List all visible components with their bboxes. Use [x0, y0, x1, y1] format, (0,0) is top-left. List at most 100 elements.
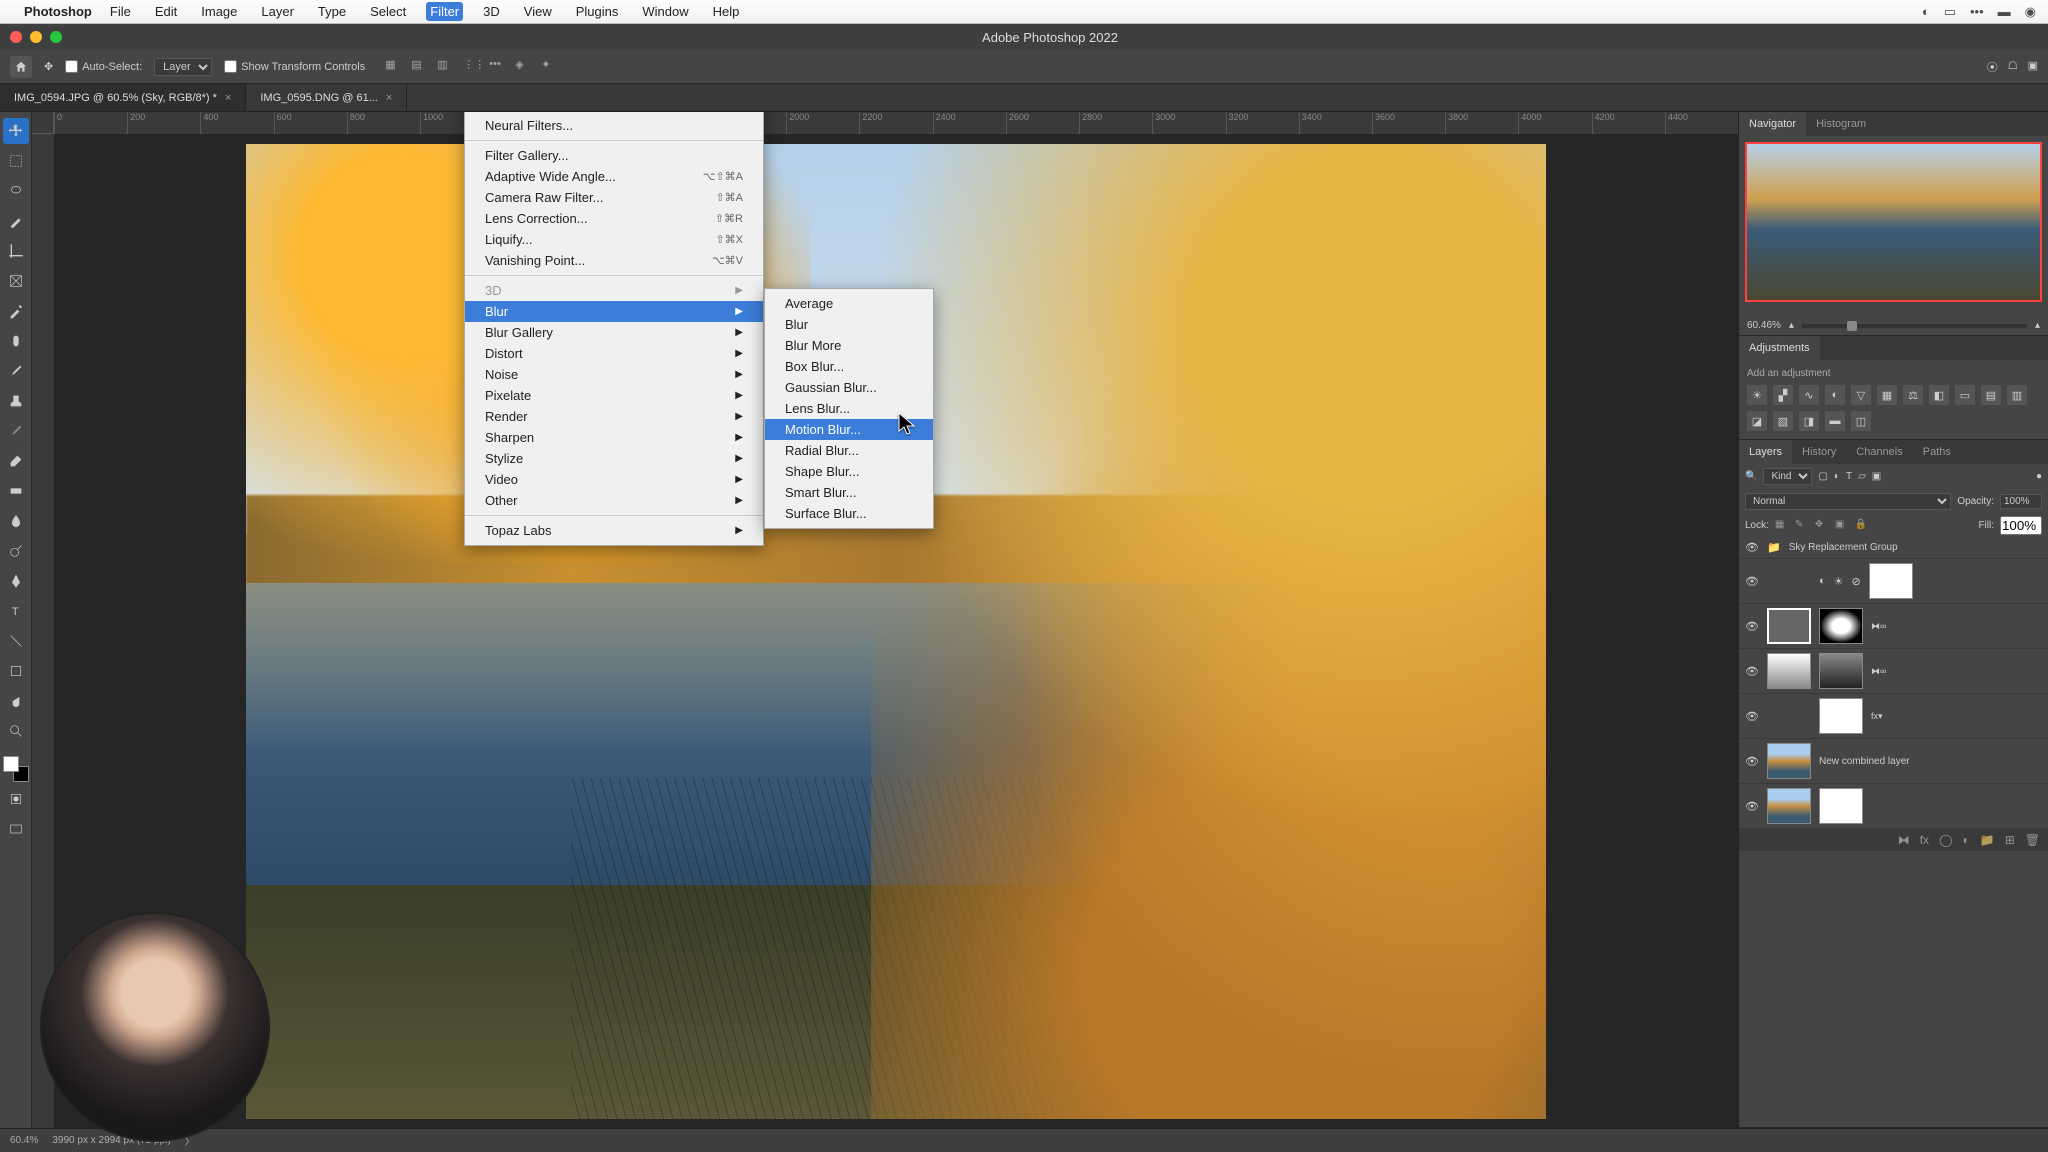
shape-tool[interactable]	[3, 658, 29, 684]
auto-select-checkbox[interactable]: Auto-Select:	[65, 60, 142, 73]
lock-paint-icon[interactable]: ✎	[1795, 519, 1809, 533]
battery-icon[interactable]: ▬	[1998, 4, 2011, 19]
zoom-out-icon[interactable]: ▴	[1789, 320, 1794, 331]
dodge-tool[interactable]	[3, 538, 29, 564]
adj-mixer-icon[interactable]: ▤	[1981, 385, 2001, 405]
tab-histogram[interactable]: Histogram	[1806, 112, 1876, 136]
align-icon-3[interactable]: ▥	[437, 58, 455, 76]
mi-adaptive[interactable]: Adaptive Wide Angle...⌥⇧⌘A	[465, 166, 763, 187]
marquee-tool[interactable]	[3, 148, 29, 174]
mi-blur-gallery[interactable]: Blur Gallery▶	[465, 322, 763, 343]
mi-topaz[interactable]: Topaz Labs▶	[465, 520, 763, 541]
menu-edit[interactable]: Edit	[151, 2, 181, 21]
more-align-icon[interactable]: •••	[489, 58, 507, 76]
close-tab-icon[interactable]: ×	[225, 92, 231, 104]
stamp-tool[interactable]	[3, 388, 29, 414]
mi-blur[interactable]: Blur▶	[465, 301, 763, 322]
layer-thumb[interactable]	[1767, 653, 1811, 689]
3d-mode-icon[interactable]: ◈	[515, 58, 533, 76]
adj-new-icon[interactable]: ◐	[1963, 833, 1970, 847]
tab-channels[interactable]: Channels	[1846, 440, 1912, 464]
mi-blur-basic[interactable]: Blur	[765, 314, 933, 335]
home-button[interactable]	[10, 56, 32, 78]
more-icon[interactable]: •••	[1970, 4, 1984, 19]
menu-help[interactable]: Help	[709, 2, 744, 21]
menu-image[interactable]: Image	[197, 2, 241, 21]
crop-tool[interactable]	[3, 238, 29, 264]
color-swatches[interactable]	[3, 756, 29, 782]
filter-pixel-icon[interactable]: ▢	[1818, 471, 1827, 482]
mi-distort[interactable]: Distort▶	[465, 343, 763, 364]
layer-row[interactable]: 👁 ⧓∞	[1739, 649, 2048, 694]
layer-thumb[interactable]	[1767, 743, 1811, 779]
share-icon[interactable]: ☖	[2008, 59, 2018, 75]
mi-smart-blur[interactable]: Smart Blur...	[765, 482, 933, 503]
nav-zoom-slider[interactable]	[1802, 324, 2027, 328]
menu-filter[interactable]: Filter	[426, 2, 463, 21]
zoom-tool[interactable]	[3, 718, 29, 744]
frame-tool[interactable]	[3, 268, 29, 294]
adj-selective-icon[interactable]: ◫	[1851, 411, 1871, 431]
delete-icon[interactable]: 🗑	[2025, 833, 2040, 847]
auto-select-dropdown[interactable]: Layer	[154, 58, 212, 76]
layer-mask-thumb[interactable]	[1869, 563, 1913, 599]
status-zoom[interactable]: 60.4%	[10, 1135, 38, 1146]
hand-tool[interactable]	[3, 688, 29, 714]
app-name[interactable]: Photoshop	[24, 4, 92, 19]
adj-photo-icon[interactable]: ▭	[1955, 385, 1975, 405]
path-tool[interactable]	[3, 628, 29, 654]
nav-zoom-value[interactable]: 60.46%	[1747, 320, 1781, 331]
adj-lookup-icon[interactable]: ▥	[2007, 385, 2027, 405]
new-layer-icon[interactable]: ⊞	[2005, 833, 2015, 847]
eraser-tool[interactable]	[3, 448, 29, 474]
close-window-button[interactable]	[10, 31, 22, 43]
maximize-window-button[interactable]	[50, 31, 62, 43]
adj-balance-icon[interactable]: ⚖	[1903, 385, 1923, 405]
adj-bw-icon[interactable]: ◧	[1929, 385, 1949, 405]
pen-tool[interactable]	[3, 568, 29, 594]
mi-video[interactable]: Video▶	[465, 469, 763, 490]
blur-tool[interactable]	[3, 508, 29, 534]
lasso-tool[interactable]	[3, 178, 29, 204]
menu-file[interactable]: File	[106, 2, 135, 21]
menu-plugins[interactable]: Plugins	[572, 2, 623, 21]
mi-lens-blur[interactable]: Lens Blur...	[765, 398, 933, 419]
mi-filter-gallery[interactable]: Filter Gallery...	[465, 145, 763, 166]
eyedropper-tool[interactable]	[3, 298, 29, 324]
visibility-toggle[interactable]: 👁	[1745, 620, 1759, 633]
mi-gaussian-blur[interactable]: Gaussian Blur...	[765, 377, 933, 398]
align-icon-2[interactable]: ▤	[411, 58, 429, 76]
mi-noise[interactable]: Noise▶	[465, 364, 763, 385]
wand-tool[interactable]	[3, 208, 29, 234]
mi-other[interactable]: Other▶	[465, 490, 763, 511]
lock-all-icon[interactable]: 🔒	[1855, 519, 1869, 533]
filter-smart-icon[interactable]: ▣	[1872, 471, 1881, 482]
minimize-window-button[interactable]	[30, 31, 42, 43]
mask-icon[interactable]: ◯	[1939, 833, 1952, 847]
adj-hue-icon[interactable]: ▦	[1877, 385, 1897, 405]
horizontal-ruler[interactable]: 0200400600800100012001400160018002000220…	[54, 112, 1738, 134]
menu-window[interactable]: Window	[638, 2, 692, 21]
filter-adj-icon[interactable]: ◐	[1834, 471, 1840, 482]
adj-poster-icon[interactable]: ▨	[1773, 411, 1793, 431]
workspace-icon[interactable]: ▣	[2028, 59, 2038, 75]
visibility-toggle[interactable]: 👁	[1745, 541, 1759, 554]
layer-thumb[interactable]	[1767, 788, 1811, 824]
adj-invert-icon[interactable]: ◪	[1747, 411, 1767, 431]
mi-vanishing[interactable]: Vanishing Point...⌥⌘V	[465, 250, 763, 271]
menu-layer[interactable]: Layer	[257, 2, 298, 21]
type-tool[interactable]: T	[3, 598, 29, 624]
ruler-origin[interactable]	[32, 112, 54, 134]
mi-surface-blur[interactable]: Surface Blur...	[765, 503, 933, 524]
mi-neural[interactable]: Neural Filters...	[465, 115, 763, 136]
filter-type-icon[interactable]: T	[1846, 471, 1852, 482]
blend-mode-dropdown[interactable]: Normal	[1745, 493, 1951, 510]
mi-camera-raw[interactable]: Camera Raw Filter...⇧⌘A	[465, 187, 763, 208]
navigator-preview[interactable]	[1745, 142, 2042, 302]
opacity-input[interactable]	[2000, 494, 2042, 509]
healing-tool[interactable]	[3, 328, 29, 354]
visibility-toggle[interactable]: 👁	[1745, 710, 1759, 723]
mi-box-blur[interactable]: Box Blur...	[765, 356, 933, 377]
filter-shape-icon[interactable]: ▱	[1858, 471, 1866, 482]
adj-curves-icon[interactable]: ∿	[1799, 385, 1819, 405]
